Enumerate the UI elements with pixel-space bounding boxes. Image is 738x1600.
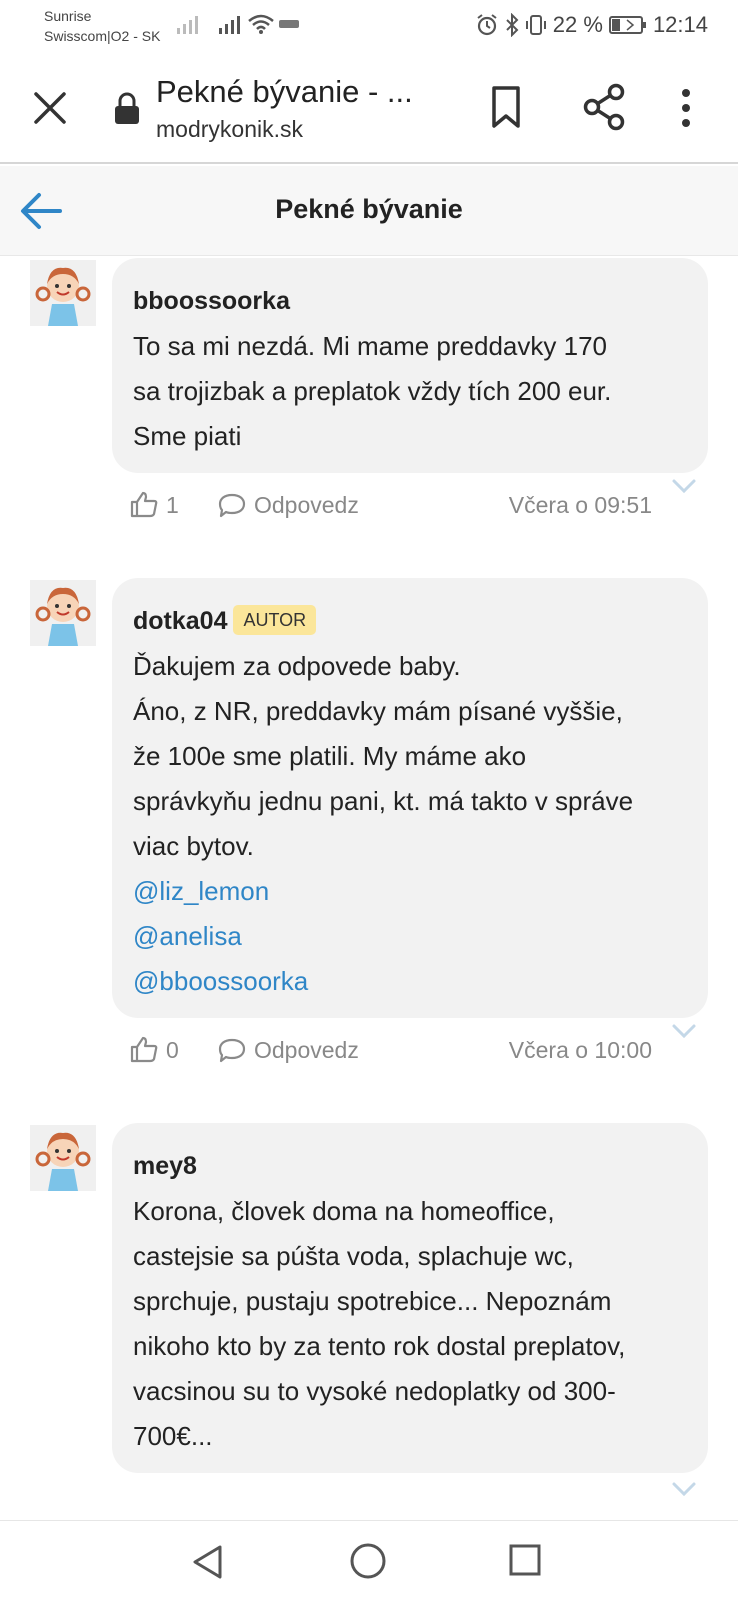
comment-author: dotka04 AUTOR xyxy=(133,598,688,644)
comment-text-line: viac bytov. xyxy=(133,831,254,861)
author-badge: AUTOR xyxy=(233,605,317,635)
comment-text-line: že 100e sme platili. My máme ako xyxy=(133,741,527,771)
battery-percent: 22 % xyxy=(552,12,603,37)
bluetooth-icon xyxy=(506,13,519,37)
app-header: Pekné bývanie xyxy=(0,166,738,256)
status-right: 22 % 12:14 xyxy=(475,12,708,38)
comment-timestamp: Včera o 09:51 xyxy=(508,492,652,518)
wifi-icon xyxy=(248,14,274,34)
avatar[interactable] xyxy=(30,1125,96,1191)
battery-icon xyxy=(608,16,646,34)
thumbs-up-icon[interactable] xyxy=(130,490,158,518)
reply-bubble-icon[interactable] xyxy=(218,1037,246,1063)
user-mention-link[interactable]: @bboossoorka xyxy=(133,959,688,1004)
comment-text-line: nikoho kto by za tento rok dostal prepla… xyxy=(133,1331,626,1361)
page-title[interactable]: Pekné bývanie - ... xyxy=(156,74,413,110)
comment-text-line: Áno, z NR, preddavky mám písané vyššie, xyxy=(133,696,623,726)
comment-text-line: sprchuje, pustaju spotrebice... Nepoznám xyxy=(133,1286,612,1316)
comment-text-line: správkyňu jednu pani, kt. má takto v spr… xyxy=(133,786,634,816)
carrier-secondary: Swisscom|O2 - SK xyxy=(44,28,161,44)
header-title: Pekné bývanie xyxy=(275,194,463,224)
comment-text-line: castejsie sa púšta voda, splachuje wc, xyxy=(133,1241,574,1271)
nav-back-icon[interactable] xyxy=(190,1543,226,1581)
avatar-image xyxy=(30,580,96,646)
chevron-down-icon[interactable] xyxy=(670,476,698,496)
avatar[interactable] xyxy=(30,580,96,646)
comment-author[interactable]: mey8 xyxy=(133,1143,688,1189)
nav-recent-apps-icon[interactable] xyxy=(508,1543,542,1577)
user-mention-link[interactable]: @anelisa xyxy=(133,914,688,959)
comment-actions: 1 Odpovedz Včera o 09:51 xyxy=(0,479,738,526)
comment-actions: 0 Odpovedz Včera o 10:00 xyxy=(0,1024,738,1071)
status-bar: Sunrise Swisscom|O2 - SK 22 % 12:14 xyxy=(0,0,738,52)
reply-button[interactable]: Odpovedz xyxy=(254,1037,359,1064)
clock: 12:14 xyxy=(652,12,708,37)
bookmark-icon[interactable] xyxy=(486,84,526,130)
chevron-down-icon[interactable] xyxy=(670,1021,698,1041)
share-icon[interactable] xyxy=(580,82,628,132)
avatar-image xyxy=(30,260,96,326)
comment-feed[interactable]: bboossoorka To sa mi nezdá. Mi mame pred… xyxy=(0,256,738,1520)
alarm-icon xyxy=(477,14,497,36)
system-navigation-bar xyxy=(0,1520,738,1600)
comment-bubble: bboossoorka To sa mi nezdá. Mi mame pred… xyxy=(112,258,708,473)
comment-author-name[interactable]: dotka04 xyxy=(133,607,227,635)
page-url[interactable]: modrykonik.sk xyxy=(156,116,303,143)
comment-bubble: mey8 Korona, človek doma na homeoffice, … xyxy=(112,1123,708,1473)
reply-button[interactable]: Odpovedz xyxy=(254,492,359,519)
close-tab-icon[interactable] xyxy=(28,86,72,130)
comment-text-line: vacsinou su to vysoké nedoplatky od 300- xyxy=(133,1376,616,1406)
comment-text-line: Sme piati xyxy=(133,421,242,451)
carrier-info: Sunrise Swisscom|O2 - SK xyxy=(44,6,160,46)
comment-text-line: To sa mi nezdá. Mi mame preddavky 170 xyxy=(133,331,607,361)
comment-text-line: sa trojizbak a preplatok vždy tích 200 e… xyxy=(133,376,612,406)
vibrate-icon xyxy=(525,15,546,35)
signal-icon-2 xyxy=(219,16,240,34)
lock-icon[interactable] xyxy=(112,92,142,126)
comment-bubble: dotka04 AUTOR Ďakujem za odpovede baby. Á… xyxy=(112,578,708,1018)
thumbs-up-icon[interactable] xyxy=(130,1035,158,1063)
comment-text-line: Ďakujem za odpovede baby. xyxy=(133,651,461,681)
nav-home-icon[interactable] xyxy=(348,1541,388,1581)
more-options-icon[interactable] xyxy=(676,86,696,130)
comment-timestamp: Včera o 10:00 xyxy=(508,1037,652,1063)
like-count: 1 xyxy=(166,492,179,518)
comment-text-line: 700€... xyxy=(133,1421,213,1451)
notification-icon xyxy=(279,20,299,28)
user-mention-link[interactable]: @liz_lemon xyxy=(133,869,688,914)
comment-text-line: Korona, človek doma na homeoffice, xyxy=(133,1196,555,1226)
avatar-image xyxy=(30,1125,96,1191)
browser-toolbar: Pekné bývanie - ... modrykonik.sk xyxy=(0,52,738,164)
reply-bubble-icon[interactable] xyxy=(218,492,246,518)
chevron-down-icon[interactable] xyxy=(670,1479,698,1499)
avatar[interactable] xyxy=(30,260,96,326)
comment-author[interactable]: bboossoorka xyxy=(133,278,688,324)
carrier-primary: Sunrise xyxy=(44,8,92,24)
signal-icon xyxy=(177,16,198,34)
like-count: 0 xyxy=(166,1037,179,1063)
